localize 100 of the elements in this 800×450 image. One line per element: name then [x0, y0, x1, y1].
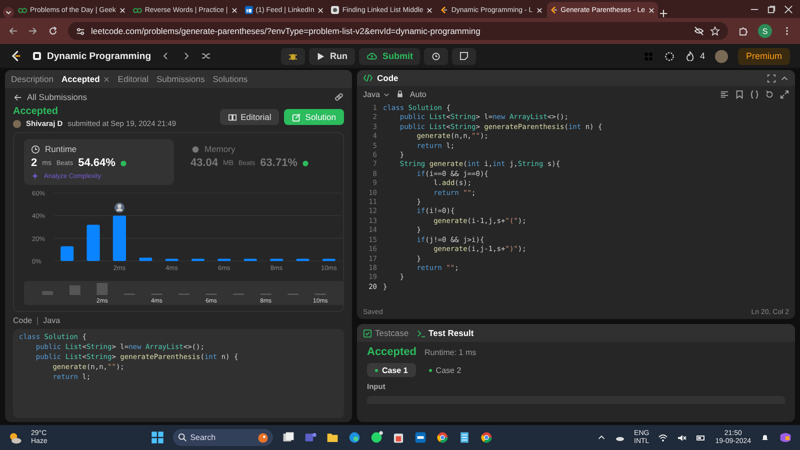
site-logo-icon: [18, 6, 27, 14]
stat-value: 2: [31, 157, 38, 169]
logo-icon[interactable]: [10, 50, 22, 62]
fullscreen-icon[interactable]: [767, 74, 776, 82]
chevron-down-icon[interactable]: [3, 7, 14, 18]
browser-icon[interactable]: [348, 431, 362, 444]
format-icon[interactable]: [720, 90, 729, 98]
chevron-up-icon[interactable]: [597, 433, 606, 442]
extensions-icon[interactable]: [738, 26, 748, 36]
stat-title: Memory: [204, 144, 236, 154]
stat-value: 43.04: [190, 157, 218, 169]
maximize-icon[interactable]: [767, 4, 776, 14]
cloud-upload-icon: [366, 51, 378, 61]
alarm-clock-icon: [431, 51, 441, 61]
mode-label[interactable]: Auto: [410, 90, 426, 98]
premium-button[interactable]: Premium: [738, 48, 790, 64]
language-dropdown[interactable]: Java: [363, 90, 390, 98]
settings-icon[interactable]: [664, 50, 675, 62]
battery-icon[interactable]: [696, 432, 706, 442]
notepad-icon[interactable]: [458, 431, 472, 444]
chart-bar: [139, 258, 152, 261]
chart-bar: [112, 216, 126, 261]
problem-list-title[interactable]: Dynamic Programming: [47, 50, 151, 62]
case-tab[interactable]: Case 2: [420, 363, 470, 377]
avatar[interactable]: [714, 50, 728, 62]
link-icon[interactable]: [334, 92, 344, 102]
speaker-muted-icon[interactable]: [677, 432, 688, 442]
chat-icon[interactable]: [370, 431, 384, 444]
chart-bar: [86, 224, 100, 261]
chevron-down-icon: [382, 90, 390, 98]
back-arrow-icon[interactable]: [13, 92, 22, 102]
code-icon[interactable]: [363, 73, 373, 83]
panel-tab[interactable]: Solutions: [212, 74, 248, 84]
language-label: Java: [43, 316, 60, 325]
shuffle-icon[interactable]: [201, 51, 211, 61]
search-icon: [178, 433, 188, 442]
chart-bar: [165, 258, 178, 261]
editorial-button[interactable]: Editorial: [220, 109, 280, 125]
back-link[interactable]: All Submissions: [27, 92, 87, 102]
windows-icon[interactable]: [151, 431, 164, 444]
bug-icon: [288, 51, 298, 61]
teams-icon[interactable]: [304, 431, 318, 444]
address-bar[interactable]: leetcode.com/problems/generate-parentheses/?envType=problem-list-v2&envId=dynamic-programming: [68, 22, 728, 40]
chart-bar: [191, 258, 205, 261]
store-icon[interactable]: [392, 431, 406, 444]
wifi-icon[interactable]: [658, 432, 668, 442]
chart-bar: [296, 258, 310, 261]
panel-tab[interactable]: Description: [11, 74, 54, 84]
timer-button[interactable]: [424, 48, 448, 64]
code-label: Code: [13, 316, 32, 325]
panel-tab[interactable]: Test Result: [416, 328, 474, 338]
run-button[interactable]: Run: [309, 48, 354, 64]
site-info-icon[interactable]: [76, 26, 85, 36]
chrome-icon[interactable]: [480, 431, 494, 444]
chip-icon: [190, 144, 200, 154]
forward-icon[interactable]: [28, 26, 38, 36]
note-icon: [459, 51, 469, 61]
result-status: Accepted: [367, 346, 417, 358]
task-view-icon[interactable]: [282, 431, 296, 444]
chart-bar: [322, 258, 336, 261]
star-icon[interactable]: [710, 26, 720, 36]
bookmark-icon[interactable]: [735, 90, 744, 98]
runtime-text: Runtime: 1 ms: [424, 348, 476, 356]
panel-title: Code: [377, 73, 398, 83]
search-field[interactable]: Search: [173, 429, 274, 446]
weather-icon[interactable]: [8, 430, 22, 444]
lock-icon: [396, 90, 404, 98]
debug-button[interactable]: [281, 48, 305, 64]
bell-icon[interactable]: [760, 432, 770, 442]
notebook-icon[interactable]: [32, 51, 42, 61]
braces-icon[interactable]: [750, 90, 759, 98]
mascot-icon: [257, 432, 270, 444]
notes-button[interactable]: [452, 48, 476, 64]
sparkle-icon: [31, 172, 39, 180]
reset-icon[interactable]: [765, 90, 774, 98]
reload-icon[interactable]: [48, 26, 58, 36]
chrome-icon[interactable]: [436, 431, 450, 444]
chart-bar: [244, 258, 257, 261]
eye-off-icon[interactable]: [694, 26, 704, 36]
overview-bar: [96, 283, 108, 295]
panel-tab[interactable]: Testcase: [363, 328, 409, 338]
panel-tab[interactable]: Submissions: [156, 74, 205, 84]
site-logo-icon: [550, 6, 558, 14]
expand-icon[interactable]: [780, 90, 789, 98]
new-tab-icon[interactable]: [659, 9, 668, 18]
clock-icon: [31, 144, 40, 154]
profile-button[interactable]: S: [758, 24, 772, 38]
case-tab[interactable]: Case 1: [367, 363, 416, 377]
panel-tab[interactable]: Accepted: [62, 74, 110, 84]
panel-tab[interactable]: Editorial: [118, 74, 149, 84]
site-logo-icon: [132, 6, 142, 14]
app-icon[interactable]: [414, 431, 428, 444]
submit-button[interactable]: Submit: [358, 48, 420, 64]
avatar: [13, 120, 21, 128]
copilot-icon[interactable]: [779, 431, 792, 444]
back-icon[interactable]: [8, 26, 18, 36]
play-icon: [316, 52, 325, 60]
check-badge-icon: [120, 160, 128, 166]
folder-icon[interactable]: [326, 431, 340, 444]
streak-count: 4: [700, 51, 705, 61]
